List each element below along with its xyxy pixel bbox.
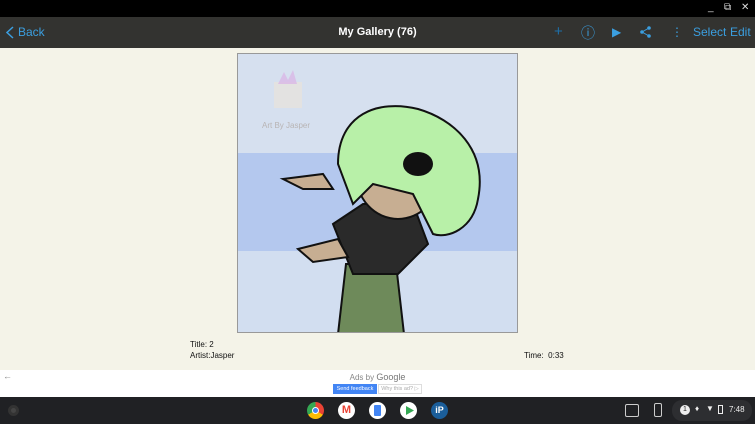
time-label: Time:: [524, 351, 544, 360]
time-field: Time: 0:33: [524, 351, 564, 360]
ads-by-label: Ads by: [349, 373, 375, 382]
play-store-icon[interactable]: [400, 402, 417, 419]
notification-badge: 1: [680, 405, 690, 415]
watermark: Art By Jasper: [262, 121, 311, 130]
clock: 7:48: [729, 405, 745, 414]
battery-icon: [718, 405, 723, 414]
location-icon: ♦: [695, 404, 700, 413]
close-window-button[interactable]: ✕: [741, 2, 749, 13]
gmail-icon[interactable]: M: [338, 402, 355, 419]
window-titlebar: _ ⧉ ✕: [0, 0, 755, 17]
artist-label: Artist:: [190, 351, 211, 360]
select-button[interactable]: Select: [693, 25, 726, 39]
share-icon[interactable]: [640, 26, 651, 38]
edit-button[interactable]: Edit: [730, 25, 751, 39]
launcher-icon[interactable]: [8, 405, 19, 416]
title-value: 2: [209, 340, 214, 349]
time-value: 0:33: [548, 351, 564, 360]
artist-field: Artist:Jasper: [190, 351, 234, 360]
chrome-icon[interactable]: [307, 402, 324, 419]
overview-icon[interactable]: [625, 404, 639, 417]
ibis-paint-icon[interactable]: iP: [431, 402, 448, 419]
add-icon[interactable]: +: [554, 23, 563, 40]
artwork-drawing: [238, 54, 517, 332]
more-options-icon[interactable]: ⋮: [671, 25, 683, 39]
artist-value: Jasper: [210, 351, 235, 360]
title-field: Title: 2: [190, 340, 214, 349]
status-tray[interactable]: 1 ♦ ▼ 7:48: [672, 400, 752, 421]
google-label: Google: [376, 372, 406, 382]
info-icon[interactable]: ⓘ: [581, 23, 595, 43]
why-this-ad-button[interactable]: Why this ad? ▷: [378, 384, 422, 394]
artwork-image[interactable]: Art By Jasper: [237, 53, 518, 333]
restore-button[interactable]: ⧉: [724, 2, 731, 13]
phone-hub-icon[interactable]: [654, 403, 662, 417]
taskbar: M iP 1 ♦ ▼ 7:48: [0, 397, 755, 424]
minimize-button[interactable]: _: [708, 2, 714, 13]
ads-by-google: Ads by Google: [0, 372, 755, 382]
play-icon[interactable]: ▶: [612, 25, 621, 39]
send-feedback-button[interactable]: Send feedback: [333, 384, 377, 394]
docs-icon[interactable]: [369, 402, 386, 419]
title-label: Title:: [190, 340, 208, 349]
app-bar: Back My Gallery (76) + ⓘ ▶ ⋮ Select Edit: [0, 17, 755, 48]
wifi-icon: ▼: [706, 404, 714, 413]
